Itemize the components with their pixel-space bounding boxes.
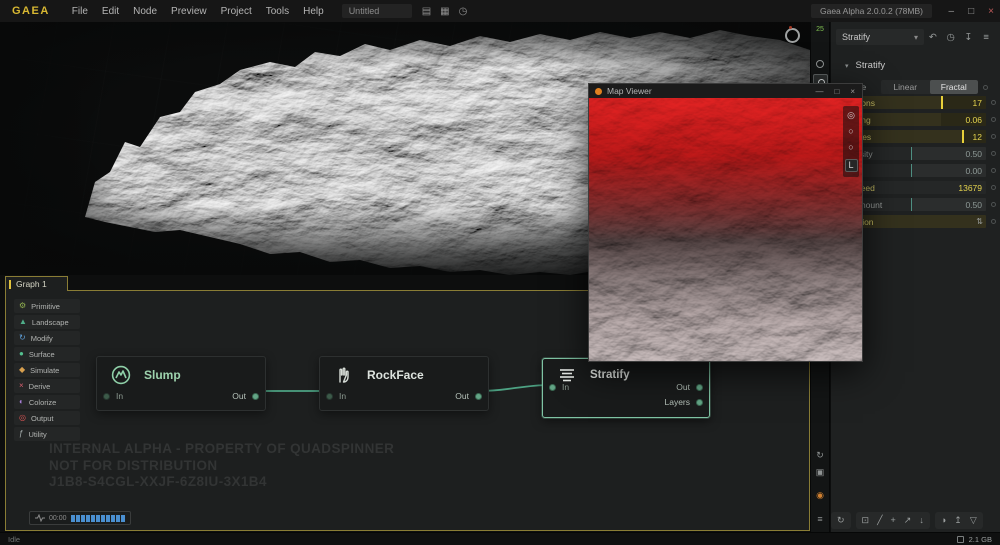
- menu-icon[interactable]: ≡: [977, 32, 995, 43]
- status-bar: Idle 2.1 GB: [0, 532, 1000, 545]
- section-header-stratify[interactable]: ▾ Stratify: [845, 60, 885, 71]
- pin-icon[interactable]: [983, 85, 988, 90]
- map-viewer-title: Map Viewer: [607, 86, 815, 96]
- menu-node[interactable]: Node: [133, 6, 157, 17]
- progress-segments: [71, 515, 125, 522]
- chevron-down-icon: ▾: [914, 33, 918, 42]
- rockface-out-port[interactable]: Out: [455, 391, 482, 401]
- marquee-select-icon[interactable]: ⊡: [862, 515, 870, 526]
- export-icon[interactable]: ↥: [954, 515, 962, 526]
- pin-icon[interactable]: [991, 202, 996, 207]
- layers-panel-icon[interactable]: ≡: [811, 514, 829, 524]
- arrange-down-icon[interactable]: ↓: [919, 515, 924, 525]
- history-icon[interactable]: ◷: [459, 6, 468, 17]
- pin-icon[interactable]: [991, 168, 996, 173]
- menu-help[interactable]: Help: [303, 6, 324, 17]
- pin-icon[interactable]: [991, 151, 996, 156]
- zoom-in-icon[interactable]: ○: [848, 127, 853, 136]
- reset-icon[interactable]: ↶: [924, 32, 942, 43]
- memory-chip-icon: [957, 536, 964, 543]
- export-cube-icon[interactable]: ▣: [811, 467, 829, 478]
- slump-out-port[interactable]: Out: [232, 391, 259, 401]
- zoom-out-icon[interactable]: ○: [848, 143, 853, 152]
- slump-in-port[interactable]: In: [103, 391, 123, 401]
- window-maximize-icon[interactable]: □: [968, 6, 974, 17]
- map-viewer-window[interactable]: Map Viewer — □ ×: [588, 83, 863, 362]
- app-logo: GAEA: [12, 5, 50, 17]
- build-timer: 00:00: [49, 515, 67, 522]
- filename-field[interactable]: Untitled: [342, 4, 412, 18]
- save-icon[interactable]: ▤: [422, 6, 431, 17]
- pin-icon[interactable]: [991, 117, 996, 122]
- pin-icon[interactable]: [991, 134, 996, 139]
- map-viewer-canvas[interactable]: ◎ ○ ○ L: [589, 98, 862, 361]
- graph-toolbar: ↻ ⊡ ╱ + ↗ ↓ ◑ ↥ ▽: [831, 508, 1000, 532]
- download-icon[interactable]: ↧: [960, 32, 978, 43]
- shading-mode-icon[interactable]: [816, 60, 824, 68]
- stratify-in-port[interactable]: In: [549, 382, 569, 392]
- menu-edit[interactable]: Edit: [102, 6, 119, 17]
- stratify-out-port[interactable]: Out: [676, 382, 703, 392]
- menu-file[interactable]: File: [72, 6, 88, 17]
- map-viewer-app-icon: [595, 88, 602, 95]
- snapshot-icon[interactable]: ▦: [440, 6, 449, 17]
- map-close-icon[interactable]: ×: [850, 87, 855, 96]
- rockface-in-port[interactable]: In: [326, 391, 346, 401]
- node-selector-dropdown[interactable]: Stratify ▾: [836, 29, 924, 45]
- menu-project[interactable]: Project: [221, 6, 252, 17]
- fps-counter: 25: [811, 26, 829, 33]
- mode-option-linear[interactable]: Linear: [881, 80, 930, 94]
- target-icon[interactable]: ◎: [847, 111, 855, 120]
- stepper-icon[interactable]: ⇅: [976, 215, 983, 228]
- status-text: Idle: [8, 535, 957, 544]
- refresh-icon[interactable]: ↻: [837, 515, 845, 526]
- window-close-icon[interactable]: ×: [988, 6, 994, 17]
- memory-usage: 2.1 GB: [969, 535, 992, 544]
- gaea-app: GAEA File Edit Node Preview Project Tool…: [0, 0, 1000, 545]
- draw-line-icon[interactable]: ╱: [877, 515, 882, 526]
- section-chevron-icon: ▾: [845, 62, 849, 70]
- compass-icon[interactable]: [785, 28, 800, 43]
- pin-icon[interactable]: [991, 219, 996, 224]
- node-stratify[interactable]: Stratify In Out Layers: [542, 358, 710, 418]
- filter-icon[interactable]: ▽: [970, 515, 977, 526]
- map-maximize-icon[interactable]: □: [834, 87, 839, 96]
- menubar: File Edit Node Preview Project Tools Hel…: [72, 6, 324, 17]
- clock-icon[interactable]: ◷: [942, 32, 960, 43]
- pin-icon[interactable]: [991, 185, 996, 190]
- slump-mountain-icon: [111, 365, 131, 385]
- titlebar: GAEA File Edit Node Preview Project Tool…: [0, 0, 1000, 22]
- pin-icon[interactable]: [991, 100, 996, 105]
- menu-preview[interactable]: Preview: [171, 6, 207, 17]
- preview-sphere-icon[interactable]: ◉: [811, 490, 829, 501]
- tab-graph-1[interactable]: Graph 1: [5, 276, 68, 291]
- node-slump[interactable]: Slump In Out: [96, 356, 266, 411]
- pulse-icon: [35, 514, 45, 522]
- refresh-sphere-icon[interactable]: ↻: [811, 450, 829, 461]
- node-selector-value: Stratify: [842, 32, 870, 42]
- rockface-hand-icon: [334, 365, 354, 385]
- node-rockface[interactable]: RockFace In Out: [319, 356, 489, 411]
- add-node-icon[interactable]: +: [891, 515, 896, 525]
- watermark-text: INTERNAL ALPHA - PROPERTY OF QUADSPINNER…: [49, 441, 394, 491]
- map-minimize-icon[interactable]: —: [815, 87, 823, 96]
- contrast-icon[interactable]: ◑: [941, 515, 946, 525]
- map-viewer-titlebar[interactable]: Map Viewer — □ ×: [589, 84, 862, 98]
- map-highlight-overlay: [589, 98, 862, 361]
- mode-toggle: Linear Fractal: [881, 80, 978, 94]
- version-badge[interactable]: Gaea Alpha 2.0.0.2 (78MB): [811, 4, 932, 18]
- window-minimize-icon[interactable]: –: [949, 6, 955, 17]
- menu-tools[interactable]: Tools: [266, 6, 289, 17]
- build-progress[interactable]: 00:00: [29, 511, 131, 525]
- lock-button[interactable]: L: [845, 159, 858, 172]
- arrange-up-icon[interactable]: ↗: [904, 515, 912, 526]
- stratify-layers-port[interactable]: Layers: [664, 397, 703, 407]
- mode-option-fractal[interactable]: Fractal: [930, 80, 979, 94]
- map-viewer-toolbar: ◎ ○ ○ L: [843, 106, 859, 177]
